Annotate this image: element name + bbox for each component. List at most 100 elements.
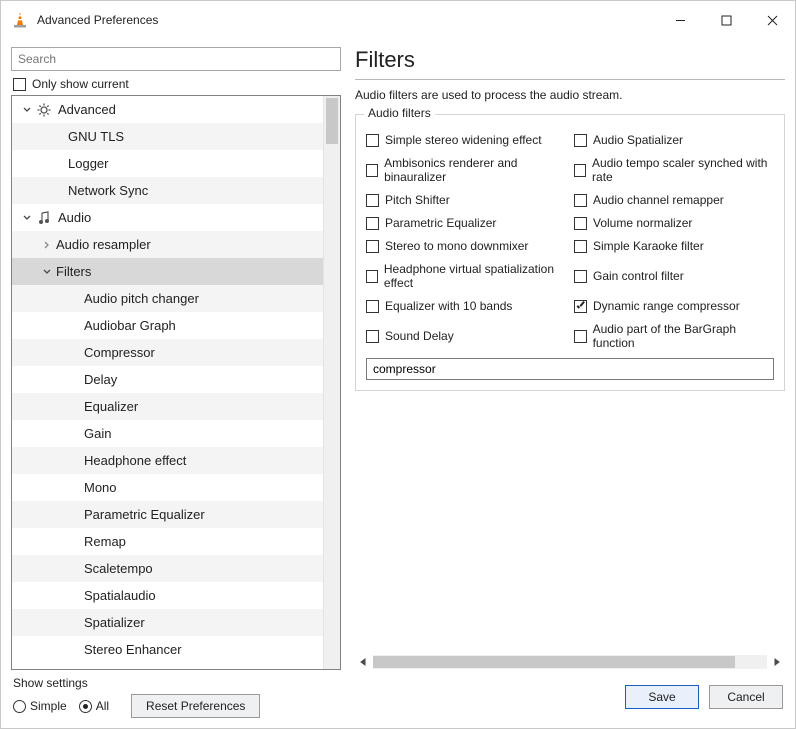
filter-label: Dynamic range compressor	[593, 299, 740, 313]
page-title: Filters	[355, 47, 785, 73]
cancel-button[interactable]: Cancel	[709, 685, 783, 709]
radio-simple-label: Simple	[30, 699, 67, 713]
tree-item-label: Remap	[84, 534, 126, 549]
scrollbar-thumb[interactable]	[326, 98, 338, 144]
tree-item-filter-10[interactable]: Scaletempo	[12, 555, 323, 582]
tree-item-label: Advanced	[58, 102, 116, 117]
scroll-left-arrow-icon[interactable]	[357, 656, 369, 668]
filter-checkbox-row[interactable]: Equalizer with 10 bands	[366, 299, 566, 313]
filter-checkbox-row[interactable]: Audio Spatializer	[574, 133, 774, 147]
filter-checkbox-row[interactable]: Simple Karaoke filter	[574, 239, 774, 253]
filter-checkbox-row[interactable]: Volume normalizer	[574, 216, 774, 230]
filter-label: Simple stereo widening effect	[385, 133, 542, 147]
checkbox[interactable]	[574, 194, 587, 207]
hscroll-track[interactable]	[373, 655, 767, 669]
scroll-right-arrow-icon[interactable]	[771, 656, 783, 668]
tree-item-gnu-tls[interactable]: GNU TLS	[12, 123, 323, 150]
gear-icon	[36, 102, 52, 118]
tree-item-label: Equalizer	[84, 399, 138, 414]
tree-item-filter-13[interactable]: Stereo Enhancer	[12, 636, 323, 663]
filter-label: Stereo to mono downmixer	[385, 239, 528, 253]
tree-item-filter-1[interactable]: Audiobar Graph	[12, 312, 323, 339]
radio-simple[interactable]: Simple	[13, 699, 67, 713]
close-button[interactable]	[749, 4, 795, 36]
tree-item-filter-2[interactable]: Compressor	[12, 339, 323, 366]
tree-item-audio-resampler[interactable]: Audio resampler	[12, 231, 323, 258]
tree-item-label: Parametric Equalizer	[84, 507, 205, 522]
checkbox[interactable]	[574, 300, 587, 313]
tree-item-filter-11[interactable]: Spatialaudio	[12, 582, 323, 609]
checkbox[interactable]	[366, 300, 379, 313]
filter-checkbox-row[interactable]: Simple stereo widening effect	[366, 133, 566, 147]
save-button[interactable]: Save	[625, 685, 699, 709]
tree-item-filter-7[interactable]: Mono	[12, 474, 323, 501]
checkbox[interactable]	[574, 330, 587, 343]
filter-checkbox-row[interactable]: Parametric Equalizer	[366, 216, 566, 230]
reset-preferences-button[interactable]: Reset Preferences	[131, 694, 260, 718]
checkbox[interactable]	[574, 217, 587, 230]
tree-item-filter-12[interactable]: Spatializer	[12, 609, 323, 636]
tree-item-filter-9[interactable]: Remap	[12, 528, 323, 555]
chevron-down-icon[interactable]	[20, 211, 34, 225]
tree-item-filter-3[interactable]: Delay	[12, 366, 323, 393]
only-show-current-row[interactable]: Only show current	[13, 77, 341, 91]
radio-all-circle[interactable]	[79, 700, 92, 713]
filter-checkbox-row[interactable]: Dynamic range compressor	[574, 299, 774, 313]
checkbox[interactable]	[366, 194, 379, 207]
tree-item-filter-0[interactable]: Audio pitch changer	[12, 285, 323, 312]
tree-item-label: Audio	[58, 210, 91, 225]
tree-item-advanced[interactable]: Advanced	[12, 96, 323, 123]
filter-checkbox-row[interactable]: Pitch Shifter	[366, 193, 566, 207]
tree-item-label: Delay	[84, 372, 117, 387]
filter-label: Volume normalizer	[593, 216, 692, 230]
checkbox[interactable]	[366, 330, 379, 343]
filter-checkbox-row[interactable]: Gain control filter	[574, 262, 774, 290]
title-separator	[355, 79, 785, 80]
tree-item-audio[interactable]: Audio	[12, 204, 323, 231]
checkbox[interactable]	[366, 217, 379, 230]
radio-all[interactable]: All	[79, 699, 109, 713]
filter-checkbox-row[interactable]: Stereo to mono downmixer	[366, 239, 566, 253]
filter-checkbox-row[interactable]: Audio channel remapper	[574, 193, 774, 207]
checkbox[interactable]	[366, 164, 378, 177]
checkbox[interactable]	[366, 134, 379, 147]
tree-item-label: Gain	[84, 426, 111, 441]
filter-label: Sound Delay	[385, 329, 454, 343]
tree-item-filter-4[interactable]: Equalizer	[12, 393, 323, 420]
hscroll-thumb[interactable]	[373, 656, 735, 668]
checkbox[interactable]	[574, 270, 587, 283]
filters-text-input[interactable]	[366, 358, 774, 380]
tree-item-label: GNU TLS	[68, 129, 124, 144]
tree-item-filter-8[interactable]: Parametric Equalizer	[12, 501, 323, 528]
checkbox[interactable]	[574, 164, 586, 177]
filter-checkbox-row[interactable]: Ambisonics renderer and binauralizer	[366, 156, 566, 184]
minimize-button[interactable]	[657, 4, 703, 36]
checkbox[interactable]	[366, 270, 378, 283]
only-show-current-checkbox[interactable]	[13, 78, 26, 91]
checkbox[interactable]	[574, 240, 587, 253]
filter-checkbox-row[interactable]: Headphone virtual spatialization effect	[366, 262, 566, 290]
maximize-button[interactable]	[703, 4, 749, 36]
window-title: Advanced Preferences	[37, 13, 158, 27]
checkbox[interactable]	[366, 240, 379, 253]
show-settings-radios: Simple All Reset Preferences	[13, 694, 260, 718]
checkbox[interactable]	[574, 134, 587, 147]
tree-item-network-sync[interactable]: Network Sync	[12, 177, 323, 204]
filter-label: Parametric Equalizer	[385, 216, 496, 230]
tree-item-filters[interactable]: Filters	[12, 258, 323, 285]
horizontal-scrollbar[interactable]	[355, 653, 785, 670]
chevron-down-icon[interactable]	[20, 103, 34, 117]
tree-item-filter-5[interactable]: Gain	[12, 420, 323, 447]
filter-checkbox-row[interactable]: Audio part of the BarGraph function	[574, 322, 774, 350]
vertical-scrollbar[interactable]	[323, 96, 340, 669]
chevron-down-icon[interactable]	[40, 265, 54, 279]
radio-simple-circle[interactable]	[13, 700, 26, 713]
filter-label: Audio channel remapper	[593, 193, 724, 207]
tree-item-filter-6[interactable]: Headphone effect	[12, 447, 323, 474]
tree-item-logger[interactable]: Logger	[12, 150, 323, 177]
filter-checkbox-row[interactable]: Sound Delay	[366, 322, 566, 350]
chevron-right-icon[interactable]	[40, 238, 54, 252]
filter-checkbox-row[interactable]: Audio tempo scaler synched with rate	[574, 156, 774, 184]
titlebar: Advanced Preferences	[1, 1, 795, 39]
search-input[interactable]	[11, 47, 341, 71]
